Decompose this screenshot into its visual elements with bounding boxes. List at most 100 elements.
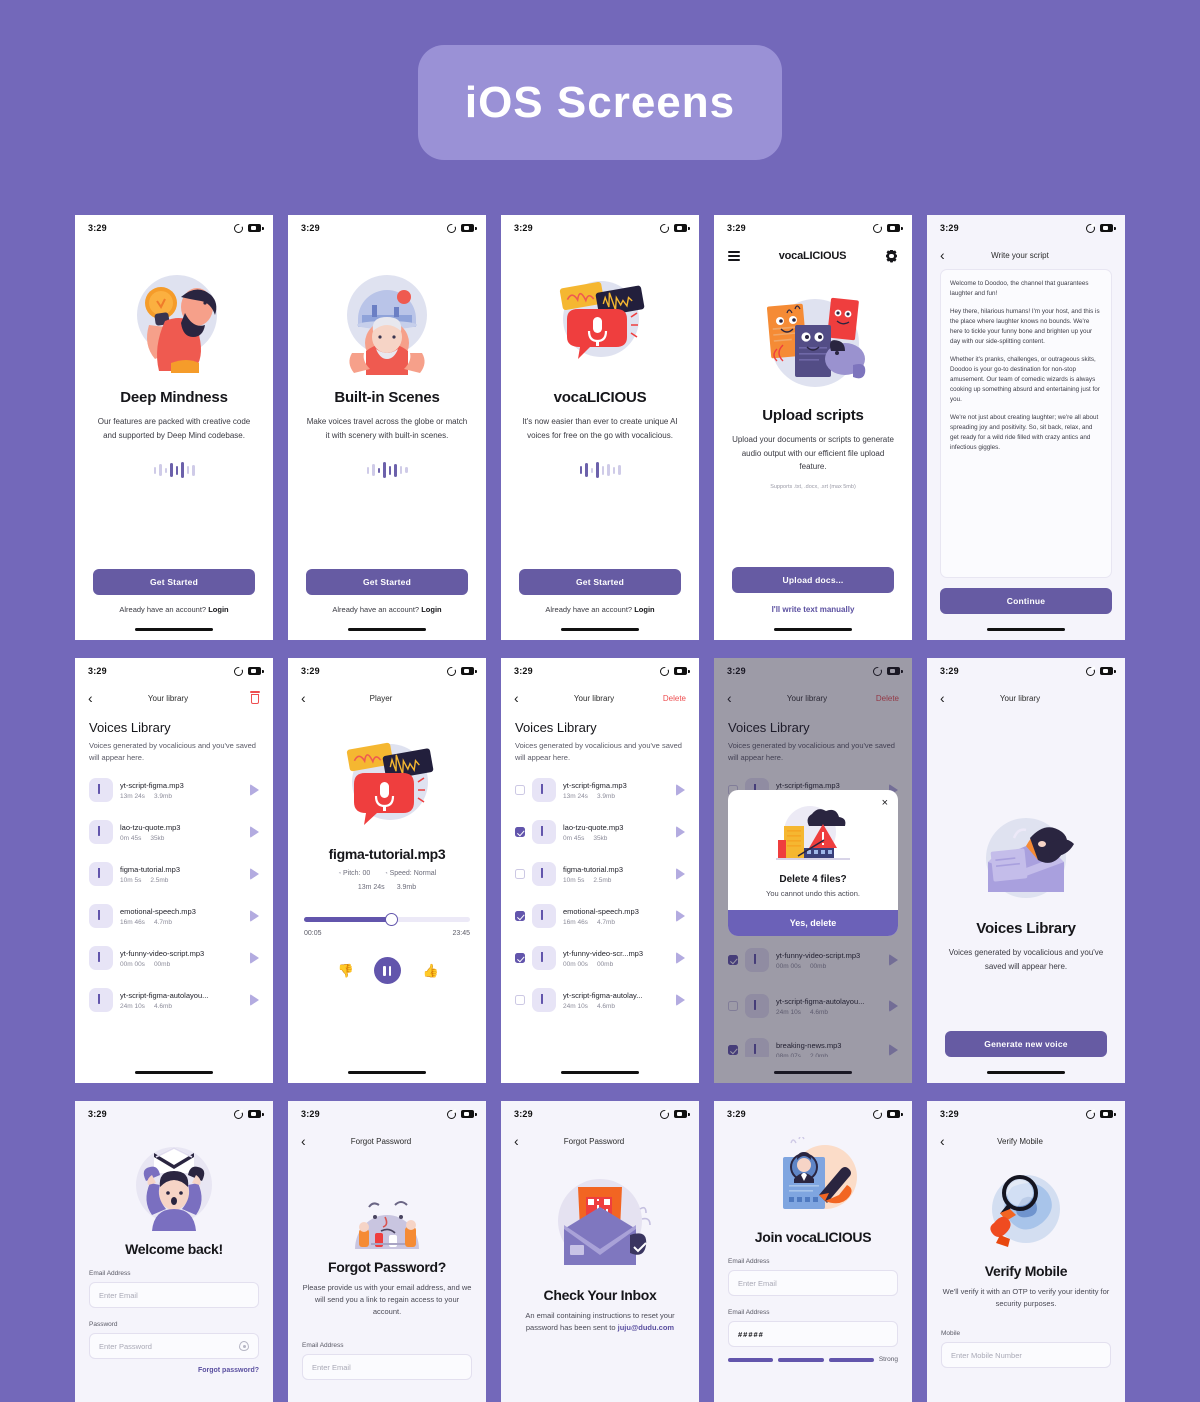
get-started-button[interactable]: Get Started [93,569,255,595]
speed-value[interactable]: Speed: Normal [384,870,437,877]
list-item[interactable]: figma-tutorial.mp3 10m 5s 2.5mb [515,853,685,895]
password-field[interactable]: Enter Password [89,1333,259,1359]
email-placeholder: Enter Email [99,1290,138,1300]
status-bar: 3:29 [501,1101,699,1127]
thumbs-up-icon[interactable]: 👍 [423,963,439,978]
screen-signup: 3:29 Join vocaLICIOUS Email Address Ente… [714,1101,912,1402]
row-checkbox[interactable] [515,995,525,1005]
play-icon[interactable] [250,952,259,964]
back-icon[interactable]: ‹ [301,691,315,705]
email-field[interactable]: Enter Email [728,1270,898,1296]
list-item[interactable]: yt-script-figma.mp3 13m 24s 3.9mb [89,769,259,811]
progress-slider[interactable] [304,913,470,926]
menu-icon[interactable] [728,251,740,261]
record-icon [660,666,669,676]
play-icon[interactable] [676,826,685,838]
record-icon [660,223,669,233]
page-description: An email containing instructions to rese… [515,1310,685,1334]
write-manually-link[interactable]: I'll write text manually [732,605,894,614]
page-title: Voices Library [89,720,171,735]
login-link[interactable]: Login [634,605,654,614]
list-item[interactable]: yt-funny-video-script.mp3 00m 00s 00mb [89,937,259,979]
file-size: 2.5mb [150,876,169,884]
forgot-password-link[interactable]: Forgot password? [89,1367,259,1374]
script-paragraph: We're not just about creating laughter; … [950,414,1099,451]
row-checkbox[interactable] [515,869,525,879]
row-checkbox[interactable] [515,911,525,921]
script-textarea[interactable]: Welcome to Doodoo, the channel that guar… [940,269,1112,578]
play-icon[interactable] [250,784,259,796]
password-field[interactable]: ##### [728,1321,898,1347]
delete-link[interactable]: Delete [663,694,686,703]
play-icon[interactable] [676,910,685,922]
back-icon[interactable]: ‹ [514,691,528,705]
login-prompt-text: Already have an account? [545,605,633,614]
list-item[interactable]: yt-funny-video-scr...mp3 00m 00s 00mb [515,937,685,979]
pause-button[interactable] [373,957,401,984]
back-icon[interactable]: ‹ [940,248,954,262]
row-checkbox[interactable] [515,953,525,963]
battery-icon [248,667,264,675]
status-time: 3:29 [940,223,959,233]
login-prompt[interactable]: Already have an account? Login [519,605,681,614]
login-link[interactable]: Login [421,605,441,614]
list-item[interactable]: yt-script-figma-autolayou... 24m 10s 4.6m… [89,979,259,1021]
gear-icon[interactable] [885,250,898,263]
get-started-button[interactable]: Get Started [519,569,681,595]
file-size: 3.9mb [153,792,173,800]
close-icon[interactable]: × [882,798,888,809]
list-item[interactable]: emotional-speech.mp3 16m 46s 4.7mb [515,895,685,937]
list-item[interactable]: lao-tzu-quote.mp3 0m 45s 35kb [515,811,685,853]
play-icon[interactable] [676,952,685,964]
mic-icon [532,988,556,1012]
eye-icon[interactable] [239,1341,249,1351]
back-icon[interactable]: ‹ [514,1134,528,1148]
battery-icon [461,224,477,232]
play-icon[interactable] [676,994,685,1006]
list-item[interactable]: lao-tzu-quote.mp3 0m 45s 35kb [89,811,259,853]
page-description: Voices generated by vocalicious and you'… [948,948,1104,971]
login-prompt[interactable]: Already have an account? Login [306,605,468,614]
confirm-delete-button[interactable]: Yes, delete [728,910,898,936]
play-icon[interactable] [250,910,259,922]
back-icon[interactable]: ‹ [301,1134,315,1148]
list-item[interactable]: figma-tutorial.mp3 10m 5s 2.5mb [89,853,259,895]
nav-bar: ‹ Verify Mobile [927,1127,1125,1155]
total-time: 23:45 [452,930,470,937]
email-field[interactable]: Enter Email [89,1282,259,1308]
voices-list: yt-script-figma.mp3 13m 24s 3.9mb lao-tzu… [89,769,259,1021]
mobile-field[interactable]: Enter Mobile Number [941,1342,1111,1368]
play-icon[interactable] [676,868,685,880]
trash-icon[interactable] [249,690,260,704]
track-title: figma-tutorial.mp3 [328,846,446,862]
list-item[interactable]: yt-script-figma-autolay... 24m 10s 4.6mb [515,979,685,1021]
file-name: yt-funny-video-script.mp3 [120,948,205,958]
generate-new-voice-button[interactable]: Generate new voice [945,1031,1107,1057]
upload-docs-button[interactable]: Upload docs... [732,567,894,593]
page-title: Voices Library [976,920,1076,937]
list-item[interactable]: yt-script-figma.mp3 13m 24s 3.9mb [515,769,685,811]
list-item[interactable]: emotional-speech.mp3 16m 46s 4.7mb [89,895,259,937]
back-icon[interactable]: ‹ [940,691,954,705]
email-field[interactable]: Enter Email [302,1354,472,1380]
status-icons [873,1109,903,1119]
play-icon[interactable] [250,826,259,838]
play-icon[interactable] [250,994,259,1006]
play-icon[interactable] [250,868,259,880]
record-icon [1086,666,1095,676]
play-icon[interactable] [676,784,685,796]
login-link[interactable]: Login [208,605,228,614]
back-icon[interactable]: ‹ [88,691,102,705]
row-checkbox[interactable] [515,827,525,837]
thumbs-down-icon[interactable]: 👎 [338,963,354,978]
nav-title: Write your script [991,250,1049,260]
get-started-button[interactable]: Get Started [306,569,468,595]
back-icon[interactable]: ‹ [940,1134,954,1148]
row-checkbox[interactable] [515,785,525,795]
record-icon [234,1109,243,1119]
pitch-value[interactable]: Pitch: 00 [338,870,370,877]
login-prompt[interactable]: Already have an account? Login [93,605,255,614]
screen-player: 3:29 ‹ Player figma-tutorial.mp3 ◔ Pitch… [288,658,486,1083]
continue-button[interactable]: Continue [940,588,1112,614]
slider-knob[interactable] [385,913,399,926]
